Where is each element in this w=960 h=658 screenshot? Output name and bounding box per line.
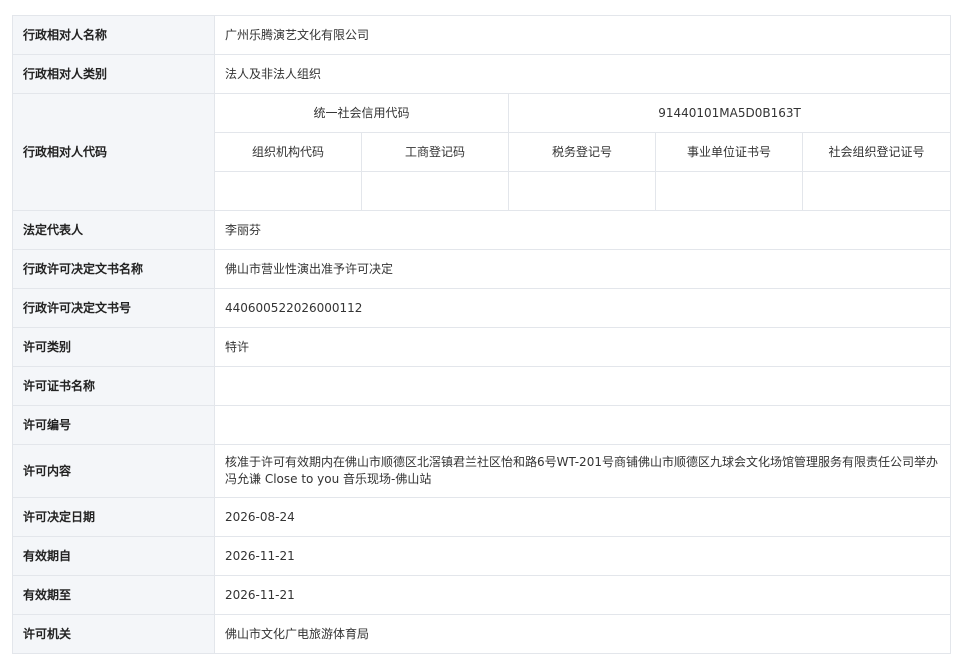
row-cert-name: 许可证书名称 (12, 366, 952, 406)
value-tax-reg (508, 171, 656, 211)
value-authority: 佛山市文化广电旅游体育局 (213, 614, 952, 654)
row-doc-no: 行政许可决定文书号 440600522026000112 (12, 288, 952, 328)
value-permit-type: 特许 (213, 327, 952, 367)
usc-value: 91440101MA5D0B163T (507, 93, 952, 133)
label-code: 行政相对人代码 (12, 93, 215, 211)
row-permit-type: 许可类别 特许 (12, 327, 952, 367)
value-social-org-cert (801, 171, 952, 211)
value-valid-to: 2026-11-21 (213, 575, 952, 615)
label-decision-date: 许可决定日期 (12, 497, 215, 537)
row-name: 行政相对人名称 广州乐腾演艺文化有限公司 (12, 15, 952, 55)
value-org-code (214, 171, 362, 211)
row-decision-date: 许可决定日期 2026-08-24 (12, 497, 952, 537)
value-decision-date: 2026-08-24 (213, 497, 952, 537)
row-category: 行政相对人类别 法人及非法人组织 (12, 54, 952, 94)
label-valid-from: 有效期自 (12, 536, 215, 576)
label-permit-no: 许可编号 (12, 405, 215, 445)
row-content: 许可内容 核准于许可有效期内在佛山市顺德区北滘镇君兰社区怡和路6号WT-201号… (12, 444, 952, 498)
header-business-reg: 工商登记码 (361, 132, 509, 172)
row-doc-name: 行政许可决定文书名称 佛山市营业性演出准予许可决定 (12, 249, 952, 289)
label-doc-name: 行政许可决定文书名称 (12, 249, 215, 289)
label-category: 行政相对人类别 (12, 54, 215, 94)
value-legal-rep: 李丽芬 (213, 210, 952, 250)
value-content: 核准于许可有效期内在佛山市顺德区北滘镇君兰社区怡和路6号WT-201号商铺佛山市… (213, 444, 952, 498)
label-cert-name: 许可证书名称 (12, 366, 215, 406)
header-tax-reg: 税务登记号 (508, 132, 656, 172)
value-business-reg (361, 171, 509, 211)
label-doc-no: 行政许可决定文书号 (12, 288, 215, 328)
permit-detail-table: 行政相对人名称 广州乐腾演艺文化有限公司 行政相对人类别 法人及非法人组织 行政… (12, 15, 952, 654)
header-org-code: 组织机构代码 (214, 132, 362, 172)
label-legal-rep: 法定代表人 (12, 210, 215, 250)
header-institution-cert: 事业单位证书号 (655, 132, 803, 172)
value-permit-no (213, 405, 952, 445)
row-code-usc: 行政相对人代码 统一社会信用代码 91440101MA5D0B163T (12, 93, 952, 211)
row-valid-from: 有效期自 2026-11-21 (12, 536, 952, 576)
row-permit-no: 许可编号 (12, 405, 952, 445)
label-permit-type: 许可类别 (12, 327, 215, 367)
value-name: 广州乐腾演艺文化有限公司 (213, 15, 952, 55)
row-valid-to: 有效期至 2026-11-21 (12, 575, 952, 615)
row-legal-rep: 法定代表人 李丽芬 (12, 210, 952, 250)
value-institution-cert (655, 171, 803, 211)
label-content: 许可内容 (12, 444, 215, 498)
permit-detail-panel: 行政相对人名称 广州乐腾演艺文化有限公司 行政相对人类别 法人及非法人组织 行政… (12, 15, 952, 654)
label-valid-to: 有效期至 (12, 575, 215, 615)
label-authority: 许可机关 (12, 614, 215, 654)
value-doc-name: 佛山市营业性演出准予许可决定 (213, 249, 952, 289)
usc-label: 统一社会信用代码 (214, 93, 509, 133)
value-doc-no: 440600522026000112 (213, 288, 952, 328)
value-valid-from: 2026-11-21 (213, 536, 952, 576)
label-name: 行政相对人名称 (12, 15, 215, 55)
value-category: 法人及非法人组织 (213, 54, 952, 94)
value-cert-name (213, 366, 952, 406)
row-authority: 许可机关 佛山市文化广电旅游体育局 (12, 614, 952, 654)
header-social-org-cert: 社会组织登记证号 (801, 132, 952, 172)
